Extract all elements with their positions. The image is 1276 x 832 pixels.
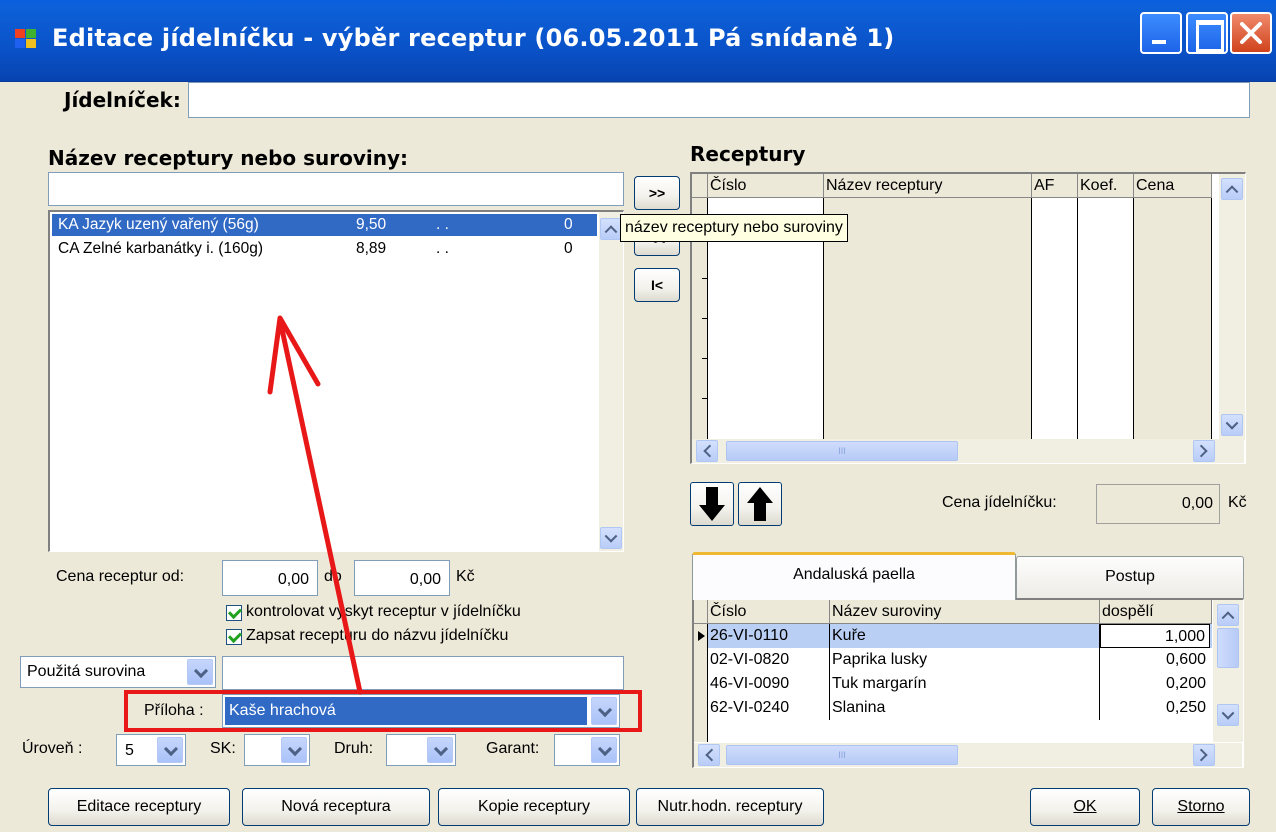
annotation-arrow <box>267 315 363 695</box>
tab-andaluska-paella[interactable]: Andaluská paella <box>692 552 1016 600</box>
tab-label: Andaluská paella <box>793 566 915 583</box>
